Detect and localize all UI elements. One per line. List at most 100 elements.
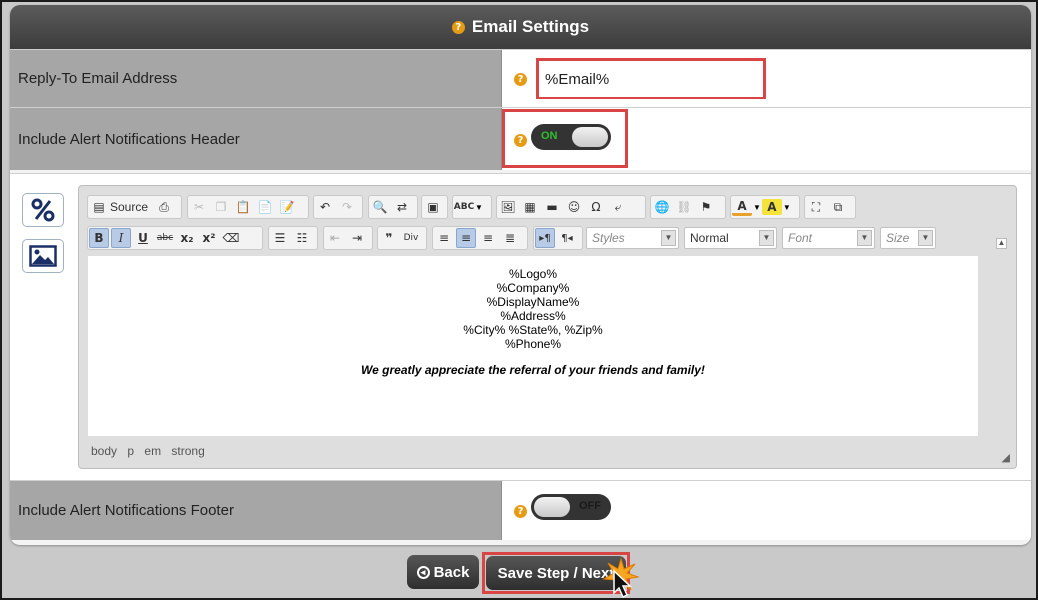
toolbar-group-clipboard: ✂ ❐ 📋 📄 📝 <box>187 195 309 219</box>
toolbar-group-lists: ☰ ☷ <box>268 226 318 250</box>
smiley-icon[interactable]: ☺ <box>564 197 584 217</box>
collapse-toolbar-icon[interactable]: ▲ <box>996 238 1007 249</box>
alert-footer-row: Include Alert Notifications Footer ? <box>10 480 1031 540</box>
align-center-icon[interactable]: ≡ <box>456 228 476 248</box>
help-icon[interactable]: ? <box>514 73 527 86</box>
back-arrow-icon: ◂ <box>416 565 430 579</box>
format-dropdown[interactable]: Normal ▼ <box>684 227 777 249</box>
font-dropdown-label: Font <box>788 231 813 245</box>
resize-grip-icon[interactable]: ◢ <box>1002 451 1010 464</box>
redo-icon[interactable]: ↷ <box>337 197 357 217</box>
content-tagline: We greatly appreciate the referral of yo… <box>361 363 705 377</box>
link-icon[interactable]: 🌐 <box>652 197 672 217</box>
underline-icon[interactable]: U <box>133 228 153 248</box>
help-icon[interactable]: ? <box>514 505 527 518</box>
help-icon[interactable]: ? <box>451 20 465 34</box>
paste-icon[interactable]: 📋 <box>233 197 253 217</box>
table-icon[interactable]: ▦ <box>520 197 540 217</box>
chevron-down-icon[interactable]: ▼ <box>918 230 933 246</box>
horizontal-rule-icon[interactable]: ▬ <box>542 197 562 217</box>
div-container-icon[interactable]: Div <box>401 228 421 248</box>
bg-color-icon[interactable]: A <box>761 199 782 215</box>
cut-icon[interactable]: ✂ <box>189 197 209 217</box>
toolbar-group-indent: ⇤ ⇥ <box>323 226 373 250</box>
special-char-icon[interactable]: Ω <box>586 197 606 217</box>
content-line: %DisplayName% <box>486 295 580 309</box>
panel-header: ? Email Settings <box>10 5 1031 49</box>
rtl-icon[interactable]: ¶◂ <box>557 228 577 248</box>
toggle-knob <box>572 127 608 147</box>
align-left-icon[interactable]: ≡ <box>434 228 454 248</box>
chevron-down-icon[interactable]: ▼ <box>753 203 761 212</box>
paste-word-icon[interactable]: 📝 <box>277 197 297 217</box>
path-item[interactable]: em <box>144 444 161 458</box>
bulleted-list-icon[interactable]: ☷ <box>292 228 312 248</box>
editor-content-area[interactable]: %Logo% %Company% %DisplayName% %Address%… <box>88 256 978 436</box>
replace-icon[interactable]: ⇄ <box>392 197 412 217</box>
content-line: %City% %State%, %Zip% <box>463 323 603 337</box>
align-justify-icon[interactable]: ≣ <box>500 228 520 248</box>
remove-format-icon[interactable]: ⌫ <box>221 228 241 248</box>
panel-title: Email Settings <box>471 17 590 36</box>
superscript-icon[interactable]: x² <box>199 228 219 248</box>
strike-icon[interactable]: abc <box>155 228 175 248</box>
app-background: ? Email Settings Reply-To Email Address … <box>2 2 1036 599</box>
toolbar-group-insert: 🖼 ▦ ▬ ☺ Ω ⤶ <box>496 195 646 219</box>
chevron-down-icon[interactable]: ▼ <box>857 230 872 246</box>
source-button[interactable]: Source <box>110 200 148 214</box>
font-dropdown[interactable]: Font ▼ <box>782 227 875 249</box>
spellcheck-icon[interactable]: ABC <box>454 197 474 217</box>
email-settings-panel: ? Email Settings Reply-To Email Address … <box>10 5 1031 545</box>
italic-icon[interactable]: I <box>111 228 131 248</box>
align-right-icon[interactable]: ≡ <box>478 228 498 248</box>
chevron-down-icon[interactable]: ▼ <box>661 230 676 246</box>
subscript-icon[interactable]: x₂ <box>177 228 197 248</box>
size-dropdown[interactable]: Size ▼ <box>880 227 936 249</box>
unlink-icon[interactable]: ⛓ <box>674 197 694 217</box>
outdent-icon[interactable]: ⇤ <box>325 228 345 248</box>
toggle-state-label: OFF <box>579 500 601 512</box>
numbered-list-icon[interactable]: ☰ <box>270 228 290 248</box>
format-dropdown-label: Normal <box>690 231 729 245</box>
alert-header-toggle[interactable]: ON <box>531 124 611 150</box>
alert-footer-toggle[interactable]: OFF <box>531 494 611 520</box>
element-path: body p em strong <box>91 444 212 458</box>
percent-icon <box>31 198 55 222</box>
page-break-icon[interactable]: ⤶ <box>608 197 628 217</box>
paste-text-icon[interactable]: 📄 <box>255 197 275 217</box>
ltr-icon[interactable]: ▸¶ <box>535 228 555 248</box>
maximize-icon[interactable]: ⛶ <box>806 197 826 217</box>
chevron-down-icon[interactable]: ▼ <box>759 230 774 246</box>
reply-to-label: Reply-To Email Address <box>10 50 502 107</box>
select-all-icon[interactable]: ▣ <box>423 197 443 217</box>
image-insert-icon[interactable]: 🖼 <box>498 197 518 217</box>
reply-to-email-input[interactable] <box>539 61 763 97</box>
text-color-icon[interactable]: A <box>732 199 752 216</box>
insert-image-button[interactable] <box>22 239 64 273</box>
preview-icon[interactable]: ⎙ <box>154 197 174 217</box>
toggle-knob <box>534 497 570 517</box>
path-item[interactable]: p <box>127 444 134 458</box>
chevron-down-icon[interactable]: ▼ <box>783 203 791 212</box>
content-line: %Address% <box>500 309 566 323</box>
styles-dropdown[interactable]: Styles ▼ <box>586 227 679 249</box>
toolbar-group-links: 🌐 ⛓ ⚑ <box>650 195 726 219</box>
anchor-flag-icon[interactable]: ⚑ <box>696 197 716 217</box>
path-item[interactable]: strong <box>171 444 204 458</box>
toolbar-group-colors: A ▼ A ▼ <box>730 195 800 219</box>
content-line: %Logo% <box>508 267 558 281</box>
styles-dropdown-label: Styles <box>592 231 625 245</box>
indent-icon[interactable]: ⇥ <box>347 228 367 248</box>
copy-icon[interactable]: ❐ <box>211 197 231 217</box>
bold-icon[interactable]: B <box>89 228 109 248</box>
path-item[interactable]: body <box>91 444 117 458</box>
find-icon[interactable]: 🔍 <box>370 197 390 217</box>
toolbar-group-tools: ⛶ ⧉ <box>804 195 856 219</box>
chevron-down-icon[interactable]: ▼ <box>475 203 483 212</box>
toolbar-group-align: ≡ ≡ ≡ ≣ <box>432 226 528 250</box>
show-blocks-icon[interactable]: ⧉ <box>828 197 848 217</box>
blockquote-icon[interactable]: ❞ <box>379 228 399 248</box>
insert-variable-button[interactable] <box>22 193 64 227</box>
back-button[interactable]: ◂ Back <box>407 555 479 589</box>
undo-icon[interactable]: ↶ <box>315 197 335 217</box>
